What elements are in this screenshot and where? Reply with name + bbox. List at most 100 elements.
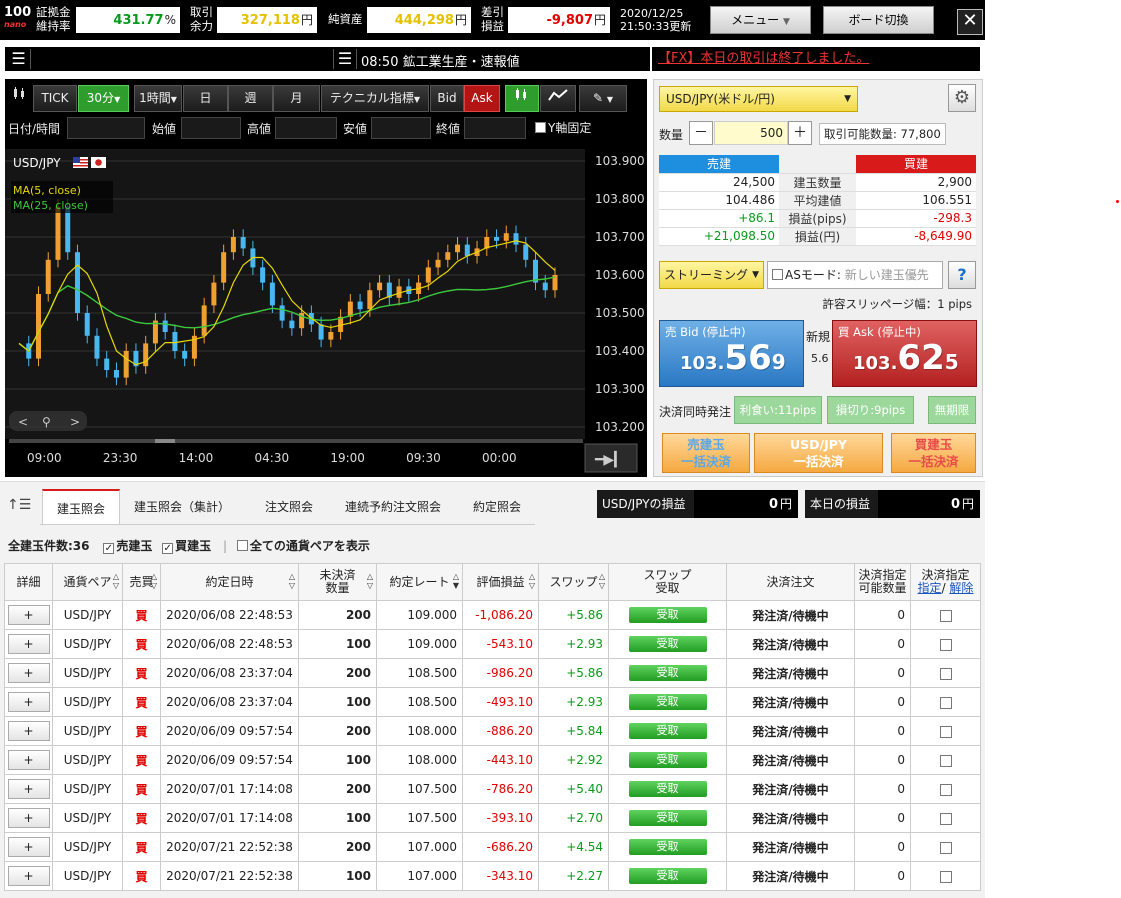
table-row[interactable]: + USD/JPY 買 2020/06/08 23:37:04 100 108.500 -4… (4, 687, 981, 717)
settle-select-checkbox[interactable] (939, 696, 952, 709)
chevron-right-icon[interactable]: > (70, 415, 80, 429)
line-mode-icon[interactable] (540, 85, 576, 112)
candlestick-icon[interactable] (8, 85, 32, 112)
chart-scrollbar[interactable] (9, 439, 583, 443)
news-ticker[interactable]: ☰ ☰ 08:50 鉱工業生産・速報値 (5, 47, 650, 71)
bulk-settle-buy-button[interactable]: 買建玉 一括決済 (891, 433, 976, 473)
expand-button[interactable]: + (7, 605, 50, 625)
expand-button[interactable]: + (7, 779, 50, 799)
swap-receive-button[interactable]: 受取 (628, 694, 707, 710)
drawing-tool-icon[interactable]: ✎ ▼ (579, 85, 627, 112)
table-row[interactable]: + USD/JPY 買 2020/06/08 22:48:53 100 109.000 -5… (4, 629, 981, 659)
quantity-decrement-button[interactable]: － (689, 121, 713, 145)
timeframe-30m-button[interactable]: 30分▼ (78, 85, 129, 112)
expand-button[interactable]: + (7, 634, 50, 654)
quantity-increment-button[interactable]: ＋ (788, 121, 812, 145)
expand-button[interactable]: + (7, 692, 50, 712)
gear-icon[interactable]: ⚙ (948, 84, 976, 112)
settle-select-checkbox[interactable] (939, 667, 952, 680)
col-rate[interactable]: 約定レート △ ▼ (376, 563, 463, 601)
expand-button[interactable]: + (7, 808, 50, 828)
expand-button[interactable]: + (7, 663, 50, 683)
settle-select-checkbox[interactable] (939, 754, 952, 767)
swap-receive-button[interactable]: 受取 (628, 781, 707, 797)
settle-select-checkbox[interactable] (939, 638, 952, 651)
order-type-select[interactable]: ストリーミング ▼ (659, 261, 764, 289)
quantity-input[interactable]: 500 (714, 121, 788, 145)
timeframe-week-button[interactable]: 週 (228, 85, 273, 112)
menu-button[interactable]: メニュー ▼ (710, 6, 811, 34)
take-profit-button[interactable]: 利食い:11pips (734, 396, 822, 424)
swap-receive-button[interactable]: 受取 (628, 636, 707, 652)
settle-select-checkbox[interactable] (939, 870, 952, 883)
swap-receive-button[interactable]: 受取 (628, 752, 707, 768)
settle-select-checkbox[interactable] (939, 841, 952, 854)
tab-positions-summary[interactable]: 建玉照会（集計） (124, 489, 240, 525)
select-all-link[interactable]: 指定 (918, 581, 942, 595)
y-axis-fix-checkbox[interactable]: Y軸固定 (535, 119, 591, 136)
col-unsettled-qty[interactable]: 未決済 数量 △ ▽ (298, 563, 377, 601)
price-chart[interactable]: 103.900 103.800 103.700 103.600 103.500 103.4… (5, 149, 647, 477)
tab-executions[interactable]: 約定照会 (460, 489, 534, 525)
col-pair[interactable]: 通貨ペア △ ▽ (52, 563, 123, 601)
chart-nav-controls[interactable]: < ⚲ > (9, 411, 87, 431)
table-row[interactable]: + USD/JPY 買 2020/06/09 09:57:54 200 108.000 -8… (4, 716, 981, 746)
tick-button[interactable]: TICK (33, 85, 77, 112)
sell-bid-button[interactable]: 売 Bid (停止中) 103.569 (659, 320, 804, 387)
settle-select-checkbox[interactable] (939, 812, 952, 825)
technical-indicators-select[interactable]: テクニカル指標▼ (321, 85, 429, 112)
swap-receive-button[interactable]: 受取 (628, 607, 707, 623)
timeframe-day-button[interactable]: 日 (183, 85, 228, 112)
expand-button[interactable]: + (7, 750, 50, 770)
swap-receive-button[interactable]: 受取 (628, 810, 707, 826)
expand-button[interactable]: + (7, 837, 50, 857)
help-icon[interactable]: ? (948, 261, 976, 289)
swap-receive-button[interactable]: 受取 (628, 665, 707, 681)
table-row[interactable]: + USD/JPY 買 2020/07/21 22:52:38 200 107.000 -6… (4, 832, 981, 862)
tab-positions[interactable]: 建玉照会 (42, 489, 120, 525)
expiry-unlimited-button[interactable]: 無期限 (928, 396, 976, 424)
swap-receive-button[interactable]: 受取 (628, 868, 707, 884)
col-date[interactable]: 約定日時 △ ▽ (160, 563, 299, 601)
bulk-settle-sell-button[interactable]: 売建玉 一括決済 (662, 433, 750, 473)
table-row[interactable]: + USD/JPY 買 2020/07/21 22:52:38 100 107.000 -3… (4, 861, 981, 891)
ask-button[interactable]: Ask (464, 85, 500, 112)
bid-button[interactable]: Bid (430, 85, 464, 112)
filter-all-pairs-checkbox[interactable]: 全ての通貨ペアを表示 (236, 539, 370, 553)
board-switch-button[interactable]: ボード切換 (823, 6, 934, 34)
table-row[interactable]: + USD/JPY 買 2020/06/08 23:37:04 200 108.500 -9… (4, 658, 981, 688)
settle-select-checkbox[interactable] (939, 783, 952, 796)
timeframe-month-button[interactable]: 月 (273, 85, 320, 112)
as-mode-checkbox[interactable]: ASモード: 新しい建玉優先 (767, 261, 943, 289)
filter-buy-checkbox[interactable]: ✓ 買建玉 (162, 539, 211, 554)
list-icon[interactable]: ☰ (7, 49, 31, 69)
settle-select-checkbox[interactable] (939, 725, 952, 738)
news-headline[interactable]: 08:50 鉱工業生産・速報値 (361, 51, 520, 70)
expand-button[interactable]: + (7, 721, 50, 741)
stop-loss-button[interactable]: 損切り:9pips (827, 396, 914, 424)
market-notice[interactable]: 【FX】本日の取引は終了しました。 (652, 47, 980, 71)
list-icon[interactable]: ☰ (333, 49, 357, 69)
chevron-left-icon[interactable]: < (18, 415, 28, 429)
filter-sell-checkbox[interactable]: ✓ 売建玉 (103, 539, 152, 554)
zoom-icon[interactable]: ⚲ (42, 415, 51, 429)
candlestick-mode-icon[interactable] (505, 85, 539, 112)
col-side[interactable]: 売買 △ ▽ (122, 563, 161, 601)
currency-pair-select[interactable]: USD/JPY(米ドル/円) ▼ (659, 86, 858, 112)
settle-select-checkbox[interactable] (939, 609, 952, 622)
buy-ask-button[interactable]: 買 Ask (停止中) 103.625 (832, 320, 977, 387)
scroll-to-latest-button[interactable]: ━▶▎ (584, 443, 638, 473)
tab-orders[interactable]: 注文照会 (250, 489, 328, 525)
deselect-all-link[interactable]: 解除 (949, 581, 973, 595)
col-pnl[interactable]: 評価損益 △ ▽ (462, 563, 539, 601)
timeframe-1h-button[interactable]: 1時間▼ (134, 85, 182, 112)
close-icon[interactable]: ✕ (957, 9, 983, 35)
expand-button[interactable]: + (7, 866, 50, 886)
swap-receive-button[interactable]: 受取 (628, 839, 707, 855)
table-row[interactable]: + USD/JPY 買 2020/07/01 17:14:08 200 107.500 -7… (4, 774, 981, 804)
tab-sequential-orders[interactable]: 連続予約注文照会 (336, 489, 450, 525)
swap-receive-button[interactable]: 受取 (628, 723, 707, 739)
table-row[interactable]: + USD/JPY 買 2020/06/09 09:57:54 100 108.000 -4… (4, 745, 981, 775)
bulk-settle-pair-button[interactable]: USD/JPY 一括決済 (754, 433, 883, 473)
table-row[interactable]: + USD/JPY 買 2020/06/08 22:48:53 200 109.000 -1… (4, 600, 981, 630)
